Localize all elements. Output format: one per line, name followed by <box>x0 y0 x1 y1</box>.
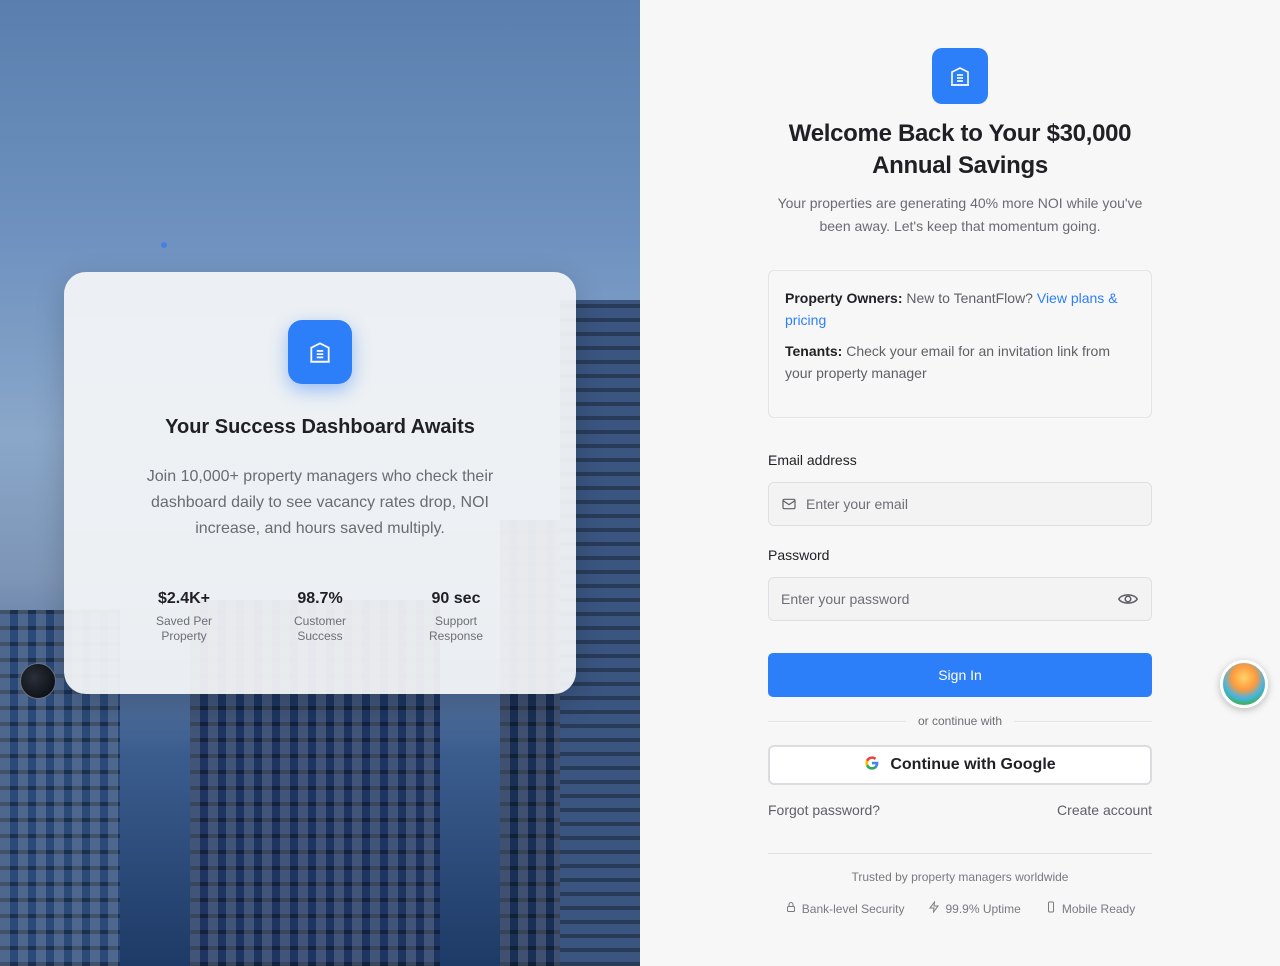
owners-note: Property Owners: New to TenantFlow? View… <box>785 287 1135 331</box>
divider-line <box>1014 720 1153 722</box>
stat-value: 98.7% <box>297 590 343 607</box>
card-description: Join 10,000+ property managers who check… <box>146 468 494 537</box>
tenants-note: Tenants: Check your email for an invitat… <box>785 340 1135 384</box>
tenants-label: Tenants: <box>785 343 843 359</box>
success-card: Your Success Dashboard Awaits Join 10,00… <box>64 272 576 694</box>
email-input[interactable] <box>806 496 1139 512</box>
password-input[interactable] <box>781 591 1117 607</box>
stat-success: 98.7% Customer Success <box>252 590 388 644</box>
create-account-link[interactable]: Create account <box>1057 802 1152 818</box>
footer-divider <box>768 853 1152 854</box>
password-label: Password <box>768 547 830 563</box>
phone-icon <box>1045 901 1057 916</box>
info-box: Property Owners: New to TenantFlow? View… <box>768 270 1152 418</box>
forgot-password-link[interactable]: Forgot password? <box>768 802 880 818</box>
badge-mobile: Mobile Ready <box>1045 901 1135 916</box>
floating-toggle-button[interactable] <box>20 663 56 699</box>
email-label: Email address <box>768 452 857 468</box>
owners-text: New to TenantFlow? <box>906 290 1033 306</box>
sky-dot <box>161 242 167 248</box>
stat-label: Support Response <box>428 614 484 643</box>
google-icon <box>864 755 880 776</box>
trust-badges: Bank-level Security 99.9% Uptime Mobile … <box>640 900 1280 916</box>
page-subtitle: Your properties are generating 40% more … <box>777 195 1143 234</box>
google-button-label: Continue with Google <box>890 756 1056 773</box>
badge-uptime: 99.9% Uptime <box>928 900 1021 916</box>
google-signin-button[interactable]: Continue with Google <box>768 745 1152 785</box>
stat-value: 90 sec <box>431 590 481 607</box>
page-title: Welcome Back to Your $30,000 Annual Savi… <box>788 120 1132 179</box>
bolt-icon <box>928 900 940 916</box>
building-logo-icon <box>288 320 352 384</box>
floating-assistant-avatar[interactable] <box>1220 660 1268 708</box>
card-title: Your Success Dashboard Awaits <box>165 416 475 438</box>
hero-panel: Your Success Dashboard Awaits Join 10,00… <box>0 0 640 966</box>
stat-label: Saved Per Property <box>155 614 213 643</box>
mail-icon <box>781 496 797 512</box>
login-panel: Welcome Back to Your $30,000 Annual Savi… <box>640 0 1280 966</box>
password-field-wrapper <box>768 577 1152 621</box>
badge-label: Mobile Ready <box>1061 901 1136 916</box>
stat-value: $2.4K+ <box>157 590 211 607</box>
badge-label: Bank-level Security <box>801 901 905 916</box>
sign-in-button[interactable]: Sign In <box>768 653 1152 697</box>
lock-icon <box>785 901 797 916</box>
divider: or continue with <box>768 712 1153 730</box>
auth-links: Forgot password? Create account <box>768 802 1152 818</box>
stat-label: Customer Success <box>293 614 346 643</box>
divider-line <box>768 720 906 722</box>
badge-label: 99.9% Uptime <box>945 901 1021 916</box>
stat-saved: $2.4K+ Saved Per Property <box>116 590 252 644</box>
eye-icon[interactable] <box>1117 588 1139 610</box>
badge-security: Bank-level Security <box>785 901 905 916</box>
app-logo-icon <box>932 48 988 104</box>
owners-label: Property Owners: <box>785 290 903 306</box>
stats-row: $2.4K+ Saved Per Property 98.7% Customer… <box>64 590 576 644</box>
email-field-wrapper <box>768 482 1152 526</box>
divider-text: or continue with <box>917 714 1003 728</box>
trusted-text: Trusted by property managers worldwide <box>851 870 1069 884</box>
stat-support: 90 sec Support Response <box>388 590 524 644</box>
